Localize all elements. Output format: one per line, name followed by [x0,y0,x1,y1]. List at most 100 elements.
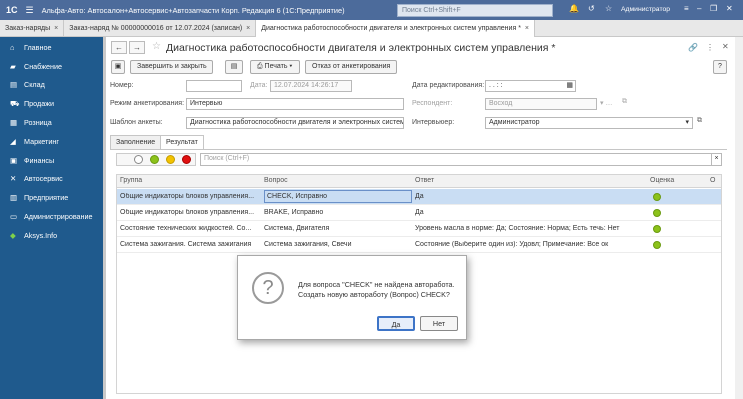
tab-divider [110,149,727,150]
sidebar-item-finance[interactable]: ▣ Финансы [0,151,103,170]
favorite-star-icon[interactable]: ☆ [152,41,161,52]
filter-green-icon[interactable] [150,155,159,164]
date-field: 12.07.2024 14:26:17 [270,80,352,92]
sidebar-item-warehouse[interactable]: ▤ Склад [0,76,103,95]
tab-filling[interactable]: Заполнение [110,135,162,149]
respondent-open-icon: ⧉ [622,98,627,105]
question-icon: ? [252,272,284,304]
edit-date-field[interactable]: . . : : ▦ [485,80,576,92]
mode-field[interactable]: Интервью [186,98,404,110]
sidebar-item-label: Финансы [24,155,55,165]
sidebar-item-label: Администрирование [24,212,93,222]
global-search-input[interactable]: Поиск Ctrl+Shift+F [397,4,553,17]
aksys-icon: ◆ [10,230,16,240]
respondent-label: Респондент: [412,100,453,107]
tab-result[interactable]: Результат [160,135,204,149]
sidebar-item-main[interactable]: ⌂ Главное [0,38,103,57]
back-button[interactable]: ← [111,41,127,54]
home-icon: ⌂ [10,42,15,52]
vertical-scrollbar[interactable] [735,37,743,399]
notification-bell-icon[interactable]: 🔔 [569,4,579,13]
title-bar: 1С ☰ Альфа-Авто: Автосалон+Автосервис+Ав… [0,0,743,20]
tab-label: Диагностика работоспособности двигателя … [261,25,521,32]
enterprise-icon: ▥ [10,193,18,203]
link-icon[interactable]: 🔗 [688,43,698,52]
favorites-star-icon[interactable]: ☆ [605,4,612,13]
chevron-down-icon: ▾ [287,63,293,70]
restore-icon[interactable]: ❐ [710,4,717,13]
print-label: Печать [264,63,288,70]
close-window-icon[interactable]: ✕ [726,4,733,13]
admin-icon: ▭ [10,212,18,222]
app-title: Альфа-Авто: Автосалон+Автосервис+Автозап… [41,5,345,15]
respondent-dropdown-icon: ▾ … [600,100,613,107]
main-menu-icon[interactable]: ☰ [26,5,34,16]
calendar-icon[interactable]: ▦ [566,81,573,91]
sidebar-item-enterprise[interactable]: ▥ Предприятие [0,188,103,207]
tab-label: Заказ-наряды [5,25,51,32]
clear-search-icon[interactable]: × [711,153,722,166]
no-button[interactable]: Нет [420,316,458,331]
tab-order-16[interactable]: Заказ-наряд № 00000000016 от 12.07.2024 … [64,20,257,37]
sidebar-item-retail[interactable]: ▦ Розница [0,113,103,132]
current-user[interactable]: Администратор [621,6,670,13]
number-field[interactable] [186,80,242,92]
sidebar-item-label: Продажи [24,99,55,109]
truck-icon: ▰ [10,61,16,71]
print-button[interactable]: ⎙ Печать ▾ [250,60,300,74]
filter-none-icon[interactable] [134,155,143,164]
refuse-survey-button[interactable]: Отказ от анкетирования [305,60,397,74]
close-form-icon[interactable]: ✕ [722,42,729,51]
printer-icon: ⎙ [257,63,265,70]
sidebar-item-admin[interactable]: ▭ Администрирование [0,207,103,226]
settings-menu-icon[interactable]: ≡ [684,4,689,13]
result-search-input[interactable]: Поиск (Ctrl+F) [200,153,712,166]
template-field[interactable]: Диагностика работоспособности двигателя … [186,117,404,129]
minimize-icon[interactable]: – [697,4,701,13]
tab-diagnostics[interactable]: Диагностика работоспособности двигателя … [256,20,536,37]
wrench-icon: ✕ [10,174,17,184]
date-label: Дата: [250,82,268,89]
close-tab-icon[interactable]: × [525,25,529,32]
forward-button[interactable]: → [129,41,145,54]
filter-yellow-icon[interactable] [166,155,175,164]
sidebar-item-label: Автосервис [24,174,63,184]
sidebar-item-label: Снабжение [24,61,62,71]
attachment-icon[interactable]: ▤ [225,60,243,74]
history-icon[interactable]: ↺ [588,4,595,13]
sidebar-item-sales[interactable]: ⛟ Продажи [0,94,103,113]
sections-sidebar: ⌂ Главное ▰ Снабжение ▤ Склад ⛟ Продажи ▦ Роз… [0,37,103,399]
interviewer-field[interactable]: Администратор ▾ [485,117,693,129]
close-tab-icon[interactable]: × [246,25,250,32]
tab-orders[interactable]: Заказ-наряды × [0,20,65,37]
confirm-dialog: ? Для вопроса "CHECK" не найдена автораб… [237,255,467,340]
marketing-icon: ◢ [10,136,16,146]
interviewer-value: Администратор [489,119,540,126]
sidebar-item-label: Маркетинг [24,136,59,146]
sidebar-item-label: Склад [24,80,45,90]
more-actions-icon[interactable]: ⋮ [706,43,714,52]
respondent-field: Восход [485,98,597,110]
sidebar-shadow [103,37,106,399]
save-and-close-button[interactable]: Завершить и закрыть [130,60,213,74]
retail-icon: ▦ [10,118,18,128]
finance-icon: ▣ [10,155,18,165]
sidebar-item-marketing[interactable]: ◢ Маркетинг [0,132,103,151]
save-icon[interactable]: ▣ [111,60,125,74]
help-button[interactable]: ? [713,60,727,74]
open-windows-tabbar: Заказ-наряды × Заказ-наряд № 00000000016 … [0,20,743,37]
interviewer-open-icon[interactable]: ⧉ [697,117,702,125]
number-label: Номер: [110,82,134,89]
close-tab-icon[interactable]: × [54,25,58,32]
tab-label: Заказ-наряд № 00000000016 от 12.07.2024 … [69,25,243,32]
sidebar-item-label: Главное [24,42,52,52]
sidebar-item-supply[interactable]: ▰ Снабжение [0,57,103,76]
sidebar-item-aksys[interactable]: ◆ Aksys.Info [0,226,103,245]
yes-button[interactable]: Да [377,316,415,331]
filter-red-icon[interactable] [182,155,191,164]
app-logo: 1С [6,5,18,15]
edit-date-value: . . : : [489,82,503,89]
sidebar-item-label: Розница [24,118,52,128]
chevron-down-icon[interactable]: ▾ [685,118,689,128]
sidebar-item-autoservice[interactable]: ✕ Автосервис [0,170,103,189]
